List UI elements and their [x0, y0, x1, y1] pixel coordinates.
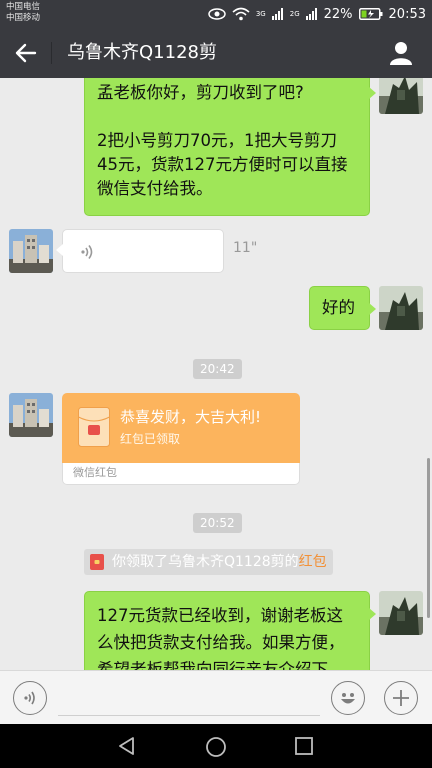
smiley-icon	[341, 693, 355, 704]
network-type: 3G	[255, 9, 266, 18]
chat-title: 乌鲁木齐Q1128剪	[67, 42, 217, 63]
avatar-image	[9, 229, 53, 273]
status-bar: 中国电信 中国移动 3G 2G 22% 20:53	[0, 0, 432, 28]
voice-duration: 11"	[233, 240, 258, 256]
net-1: 3G	[255, 9, 266, 18]
avatar-image	[379, 286, 423, 330]
my-avatar[interactable]	[379, 78, 423, 114]
avatar-image	[379, 591, 423, 635]
emoji-button[interactable]	[331, 681, 365, 715]
message-bubble-outgoing[interactable]: 127元货款已经收到，谢谢老板这 么快把货款支付给我。如果方便， 希望老板帮我向…	[84, 591, 376, 670]
red-envelope-icon	[78, 407, 110, 447]
timestamp: 20:42	[193, 359, 242, 379]
chat-info-button[interactable]	[388, 40, 414, 66]
message-text: 好的	[322, 298, 355, 317]
network-type-2: 2G	[289, 9, 300, 18]
avatar-image	[379, 78, 423, 114]
my-avatar[interactable]	[379, 591, 423, 635]
system-nav-bar	[0, 724, 432, 768]
message-text-line: 127元货款已经收到，谢谢老板这	[97, 606, 343, 625]
voice-input-button[interactable]	[13, 681, 47, 715]
nav-home-icon[interactable]	[205, 736, 227, 758]
nav-recents-icon[interactable]	[294, 736, 314, 756]
input-bar	[0, 670, 432, 724]
person-icon	[390, 42, 412, 65]
system-message-link[interactable]: 红包	[299, 554, 327, 570]
eye-icon	[208, 8, 226, 20]
battery-percent: 22%	[323, 6, 353, 22]
title-bar: 乌鲁木齐Q1128剪	[0, 28, 432, 78]
signal-icon-2	[305, 8, 317, 20]
chat-scrollbar[interactable]	[427, 458, 430, 618]
plus-icon	[393, 690, 409, 706]
voice-wave-icon	[81, 245, 93, 259]
contact-avatar[interactable]	[9, 393, 53, 437]
voice-message-bubble[interactable]	[56, 229, 224, 273]
timestamp: 20:52	[193, 513, 242, 533]
message-text-line: 么快把货款支付给我。如果方便，	[97, 633, 345, 652]
net-2: 2G	[289, 9, 300, 18]
wifi-icon	[232, 7, 250, 21]
message-text-line: 2把小号剪刀70元，1把大号剪刀	[97, 131, 337, 150]
avatar-image	[9, 393, 53, 437]
signal-icon	[271, 8, 283, 20]
title-divider	[51, 42, 52, 64]
message-bubble-outgoing[interactable]: 孟老板你好，剪刀收到了吧? 2把小号剪刀70元，1把大号剪刀 45元，货款127…	[84, 78, 376, 216]
red-packet-footer: 微信红包	[62, 463, 300, 485]
message-text-line: 希望老板帮我向同行亲友介绍下。	[97, 660, 345, 670]
message-text-line: 孟老板你好，剪刀收到了吧?	[97, 83, 304, 102]
back-button[interactable]	[12, 40, 40, 66]
my-avatar[interactable]	[379, 286, 423, 330]
red-packet-small-icon	[90, 554, 104, 570]
voice-icon	[24, 691, 35, 705]
chat-area[interactable]: 孟老板你好，剪刀收到了吧? 2把小号剪刀70元，1把大号剪刀 45元，货款127…	[0, 78, 432, 670]
message-input[interactable]	[58, 715, 320, 716]
carrier-1: 中国电信	[6, 2, 41, 12]
nav-back-icon[interactable]	[117, 736, 137, 756]
system-message-text: 你领取了乌鲁木齐Q1128剪的	[112, 554, 299, 570]
status-icons: 3G 2G 22% 20:53	[208, 5, 426, 23]
red-packet-card[interactable]: 恭喜发财，大吉大利! 红包已领取 微信红包	[62, 393, 300, 485]
red-packet-status: 红包已领取	[120, 432, 181, 446]
more-button[interactable]	[384, 681, 418, 715]
red-packet-body: 恭喜发财，大吉大利! 红包已领取	[62, 393, 300, 463]
clock: 20:53	[388, 6, 426, 22]
message-text-line: 微信支付给我。	[97, 179, 213, 198]
arrow-left-icon	[15, 43, 37, 63]
message-bubble-outgoing[interactable]: 好的	[309, 286, 376, 330]
system-message: 你领取了乌鲁木齐Q1128剪的红包	[84, 549, 333, 575]
message-text-line: 45元，货款127元方便时可以直接	[97, 155, 348, 174]
carrier-info: 中国电信 中国移动	[6, 2, 40, 24]
contact-avatar[interactable]	[9, 229, 53, 273]
carrier-2: 中国移动	[6, 13, 41, 23]
red-packet-wish: 恭喜发财，大吉大利!	[120, 408, 262, 426]
battery-icon	[358, 8, 383, 20]
